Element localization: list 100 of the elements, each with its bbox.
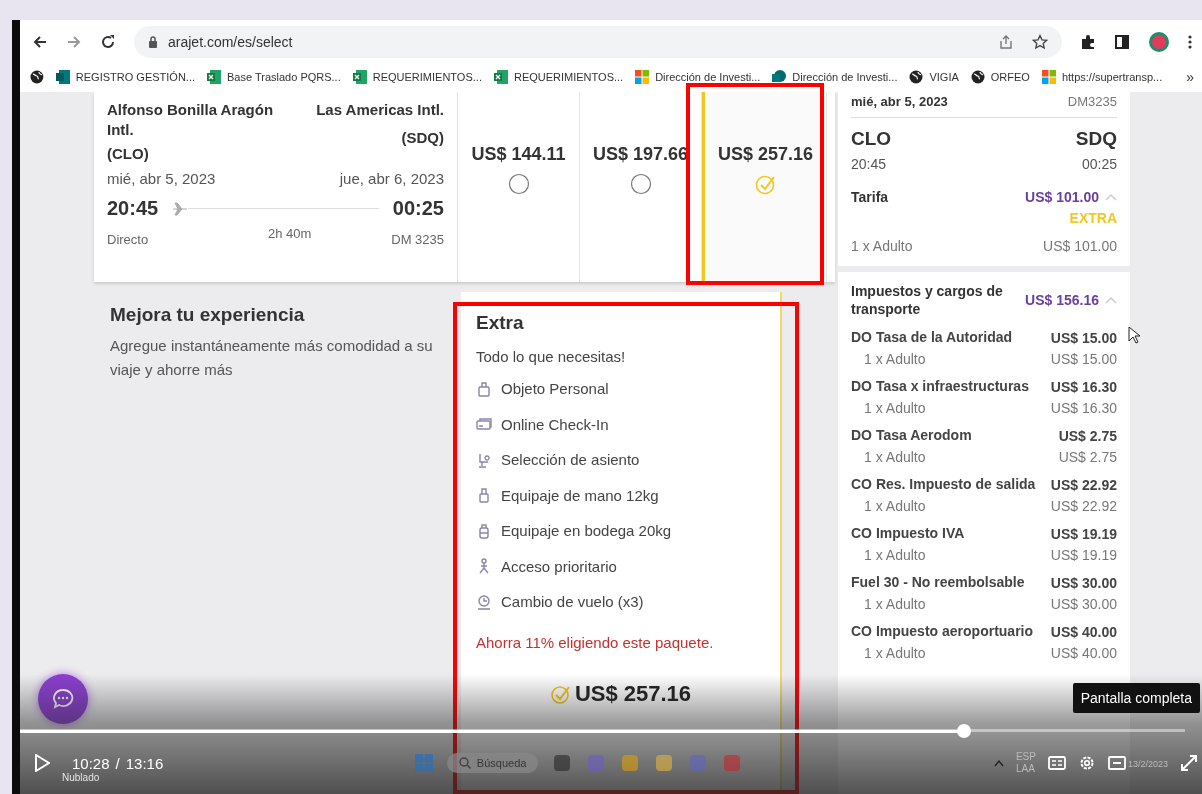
reload-icon[interactable]	[100, 34, 116, 50]
destination-code: (SDQ)	[401, 128, 444, 148]
passenger-line: 1 x Adulto	[851, 238, 913, 254]
bookmark-item[interactable]: Dirección de Investi...	[635, 70, 761, 84]
passenger-line: 1 x Adulto	[864, 498, 926, 514]
fare-option[interactable]: US$ 144.11	[458, 92, 580, 282]
theater-mode-icon[interactable]	[1107, 756, 1126, 770]
tax-name: Fuel 30 - No reembolsable	[851, 573, 1025, 592]
passenger-line: 1 x Adulto	[864, 449, 926, 465]
feature-label: Online Check-In	[501, 415, 609, 433]
tax-amount: US$ 2.75	[1058, 427, 1117, 444]
windows-logo-icon	[1041, 70, 1056, 84]
tax-name: DO Tasa x infraestructuras	[851, 377, 1029, 396]
passenger-line: 1 x Adulto	[864, 596, 926, 612]
radio-icon[interactable]	[629, 173, 652, 195]
tax-name: DO Tasa de la Autoridad	[851, 328, 1013, 347]
stops-label: Directo	[107, 232, 149, 247]
chat-icon	[52, 688, 74, 710]
back-icon[interactable]	[32, 34, 48, 50]
bookmark-item[interactable]: https://supertransp...	[1041, 70, 1163, 84]
captions-icon[interactable]	[1047, 756, 1066, 770]
document-icon	[55, 70, 70, 84]
line-amount: US$ 16.30	[1050, 400, 1117, 416]
forward-icon[interactable]	[66, 34, 82, 50]
arrival-time: 00:25	[392, 197, 444, 220]
origin-code: CLO	[851, 128, 892, 150]
layout-label: LAA	[1015, 763, 1036, 775]
more-bookmarks-button[interactable]: »	[1186, 69, 1194, 85]
bookmark-item[interactable]: REQUERIMIENTOS...	[352, 70, 482, 84]
clock-icon	[476, 593, 492, 610]
play-icon[interactable]	[34, 754, 50, 772]
bookmark-star-icon[interactable]	[1032, 34, 1048, 50]
side-panel-icon[interactable]	[1114, 34, 1130, 50]
flight-number: DM3235	[1067, 94, 1117, 109]
tax-name: CO Impuesto aeroportuario	[851, 622, 1034, 641]
section-title: Mejora tu experiencia	[110, 304, 306, 326]
tax-name: CO Res. Impuesto de salida	[851, 475, 1036, 494]
menu-icon[interactable]	[1188, 34, 1192, 50]
time-separator: /	[115, 754, 120, 772]
fare-price: US$ 144.11	[471, 144, 566, 165]
arrival-date: jue, abr 6, 2023	[339, 170, 444, 187]
tax-amount: US$ 16.30	[1050, 378, 1117, 395]
feature-label: Selección de asiento	[501, 451, 640, 469]
address-bar[interactable]: arajet.com/es/select	[134, 26, 1062, 58]
fare-label: Tarifa	[851, 188, 889, 206]
section-description: Agregue instantáneamente más comodidad a su viaje y ahorre más	[110, 336, 434, 380]
line-amount: US$ 22.92	[1050, 498, 1117, 514]
start-icon[interactable]	[414, 754, 433, 772]
tax-name: CO Impuesto IVA	[851, 524, 965, 543]
bundle-price: US$ 257.16	[574, 680, 692, 707]
feature-label: Equipaje en bodega 20kg	[501, 522, 672, 540]
taxes-label: Impuestos y cargos de transporte	[851, 282, 1004, 318]
total-amount: US$ 156.16	[1025, 292, 1099, 308]
origin-code: (CLO)	[107, 144, 150, 164]
feature-label: Acceso prioritario	[501, 557, 617, 575]
bookmark-item[interactable]: Base Traslado PQRS...	[207, 70, 341, 84]
elapsed-time: 10:28	[72, 754, 110, 772]
passenger-line: 1 x Adulto	[864, 400, 926, 416]
search-icon	[458, 757, 471, 769]
bookmark-item[interactable]: VIGIA	[909, 70, 959, 84]
feature-label: Equipaje de mano 12kg	[501, 486, 659, 504]
puzzle-icon[interactable]	[1080, 34, 1096, 50]
feature-label: Objeto Personal	[501, 380, 609, 398]
spreadsheet-icon	[207, 70, 221, 84]
app-icon[interactable]	[552, 753, 573, 773]
bundle-subtitle: Todo lo que necesitas!	[476, 348, 627, 365]
line-amount: US$ 2.75	[1058, 449, 1117, 465]
share-icon[interactable]	[998, 34, 1014, 50]
lock-icon	[148, 36, 158, 48]
spreadsheet-icon	[493, 70, 508, 84]
duration: 2h 40m	[268, 226, 312, 241]
bookmark-item[interactable]: ORFEO	[970, 70, 1030, 84]
destination-airport: Las Americas Intl.	[316, 100, 444, 120]
check-circle-icon	[550, 683, 571, 704]
date-label: 13/2/2023	[1127, 759, 1168, 769]
bookmark-item[interactable]: REGISTRO GESTIÓN...	[55, 70, 195, 84]
bundle-title: Extra	[476, 312, 525, 334]
bookmark-item[interactable]: Dirección de Investi...	[772, 70, 898, 84]
line-amount: US$ 101.00	[1043, 238, 1117, 254]
fare-name: EXTRA	[1068, 210, 1117, 226]
fare-option[interactable]: US$ 257.16	[702, 92, 827, 282]
bag-icon	[476, 380, 492, 397]
chevron-up-icon[interactable]	[993, 759, 1004, 767]
url-text: arajet.com/es/select	[168, 34, 293, 50]
luggage-icon	[476, 522, 492, 539]
weather-label: Nublado	[62, 771, 100, 783]
destination-code: SDQ	[1075, 128, 1117, 150]
globe-icon	[970, 70, 985, 84]
line-amount: US$ 40.00	[1050, 645, 1117, 661]
bookmark-item[interactable]: REQUERIMIENTOS...	[493, 70, 624, 84]
departure-date: mié, abr 5, 2023	[107, 170, 216, 187]
globe-icon	[909, 70, 924, 84]
avatar-icon[interactable]	[1148, 31, 1170, 53]
fullscreen-icon[interactable]	[1180, 754, 1198, 772]
globe-icon	[30, 70, 44, 84]
flight-date: mié, abr 5, 2023	[851, 94, 948, 109]
radio-icon[interactable]	[507, 173, 530, 195]
total-amount: US$ 101.00	[1025, 189, 1099, 205]
tax-name: DO Tasa Aerodom	[851, 426, 972, 445]
check-circle-icon[interactable]	[754, 173, 777, 195]
